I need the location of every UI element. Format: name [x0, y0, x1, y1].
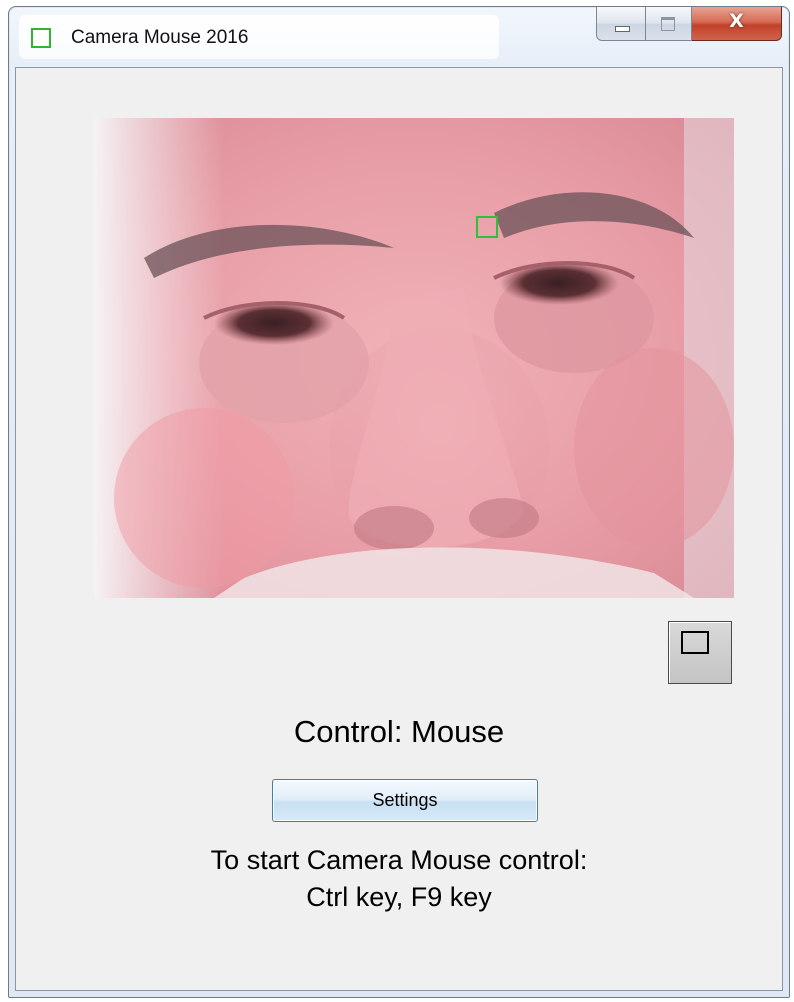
toggle-view-button[interactable]: [668, 621, 732, 684]
settings-button[interactable]: Settings: [272, 779, 538, 822]
control-status-label: Control: Mouse: [293, 714, 505, 749]
app-window: Camera Mouse 2016 X Control: Mouse Setti…: [8, 6, 790, 998]
close-button[interactable]: X: [692, 7, 782, 41]
close-icon: X: [729, 10, 744, 32]
face-video-frame: [94, 118, 734, 598]
minimize-icon: [615, 26, 630, 32]
title-bar[interactable]: Camera Mouse 2016 X: [9, 7, 789, 67]
client-area: Control: Mouse Settings To start Camera …: [15, 67, 783, 991]
tracking-point-marker: [476, 216, 498, 238]
instructions-line-1: To start Camera Mouse control:: [210, 845, 588, 875]
camera-video-feed[interactable]: [94, 118, 734, 598]
instructions-line-2: Ctrl key, F9 key: [306, 882, 492, 912]
maximize-icon: [661, 17, 675, 31]
minimize-button[interactable]: [596, 7, 646, 41]
green-square-icon: [31, 28, 51, 48]
caption-buttons: X: [596, 7, 782, 43]
window-title: Camera Mouse 2016: [71, 27, 249, 48]
start-instructions: To start Camera Mouse control: Ctrl key,…: [16, 842, 782, 916]
square-outline-icon: [681, 631, 709, 654]
maximize-button[interactable]: [646, 7, 692, 41]
